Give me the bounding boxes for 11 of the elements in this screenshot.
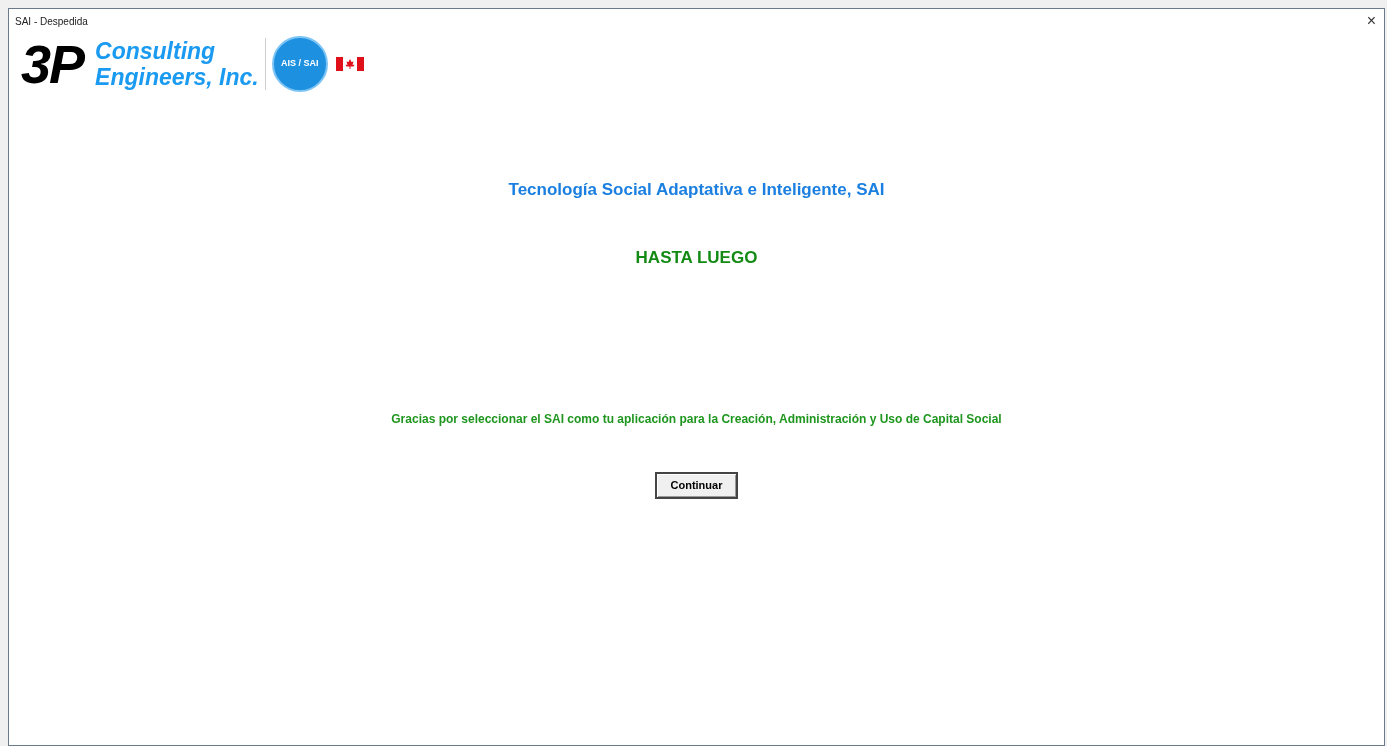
- company-name: Consulting: [95, 38, 217, 64]
- logo-mark: 3P: [21, 37, 84, 91]
- window-title: SAI - Despedida: [15, 14, 88, 29]
- thanks-message: Gracias por seleccionar el SAI como tu aplicación para la Creación, Administración y Uso de Capital Social: [391, 411, 1002, 428]
- close-button[interactable]: ×: [1364, 13, 1378, 29]
- globe-logo: AIS / SAI: [271, 36, 328, 92]
- flag-icon: [335, 57, 364, 71]
- continue-button[interactable]: Continuar: [655, 472, 738, 499]
- farewell-heading: HASTA LUEGO: [635, 246, 758, 269]
- app-heading: Tecnología Social Adaptativa e Inteligente, SAI: [508, 179, 885, 201]
- company-name: Engineers, Inc.: [95, 64, 259, 90]
